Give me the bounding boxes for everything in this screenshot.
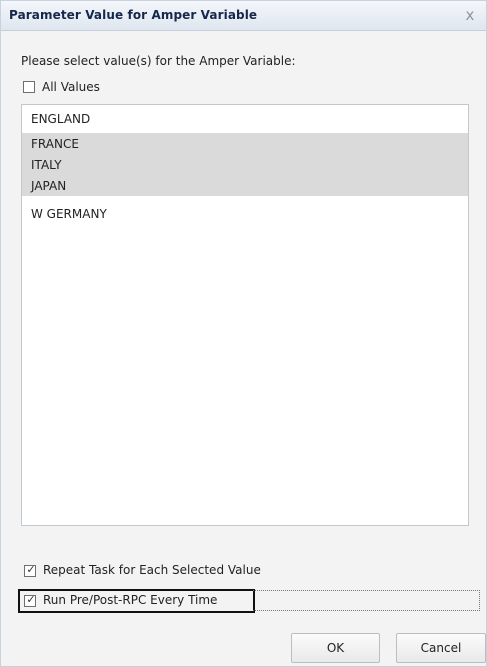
title-bar[interactable]: Parameter Value for Amper Variable x: [1, 1, 486, 31]
checkmark-icon: ✓: [26, 563, 36, 576]
run-rpc-label[interactable]: Run Pre/Post-RPC Every Time: [43, 593, 217, 607]
list-item-italy[interactable]: ITALY: [22, 154, 468, 175]
close-icon[interactable]: x: [462, 8, 478, 24]
prompt-text: Please select value(s) for the Amper Var…: [21, 54, 296, 68]
all-values-label[interactable]: All Values: [42, 80, 100, 94]
ok-button[interactable]: OK: [291, 633, 380, 663]
all-values-checkbox[interactable]: [23, 81, 35, 93]
list-item-w-germany[interactable]: W GERMANY: [22, 203, 468, 224]
values-listbox[interactable]: ENGLAND FRANCE ITALY JAPAN W GERMANY: [21, 104, 469, 526]
repeat-task-label[interactable]: Repeat Task for Each Selected Value: [43, 563, 261, 577]
list-item-england[interactable]: ENGLAND: [22, 108, 468, 129]
repeat-task-checkbox[interactable]: ✓: [24, 563, 36, 577]
dialog-title: Parameter Value for Amper Variable: [9, 8, 258, 22]
parameter-dialog: Parameter Value for Amper Variable x Ple…: [0, 0, 487, 667]
run-rpc-checkbox[interactable]: ✓: [24, 593, 36, 607]
list-item-japan[interactable]: JAPAN: [22, 175, 468, 196]
focus-dotted-outline: [253, 590, 480, 611]
checkmark-icon: ✓: [26, 593, 36, 606]
cancel-button[interactable]: Cancel: [396, 633, 486, 663]
list-item-france[interactable]: FRANCE: [22, 133, 468, 154]
